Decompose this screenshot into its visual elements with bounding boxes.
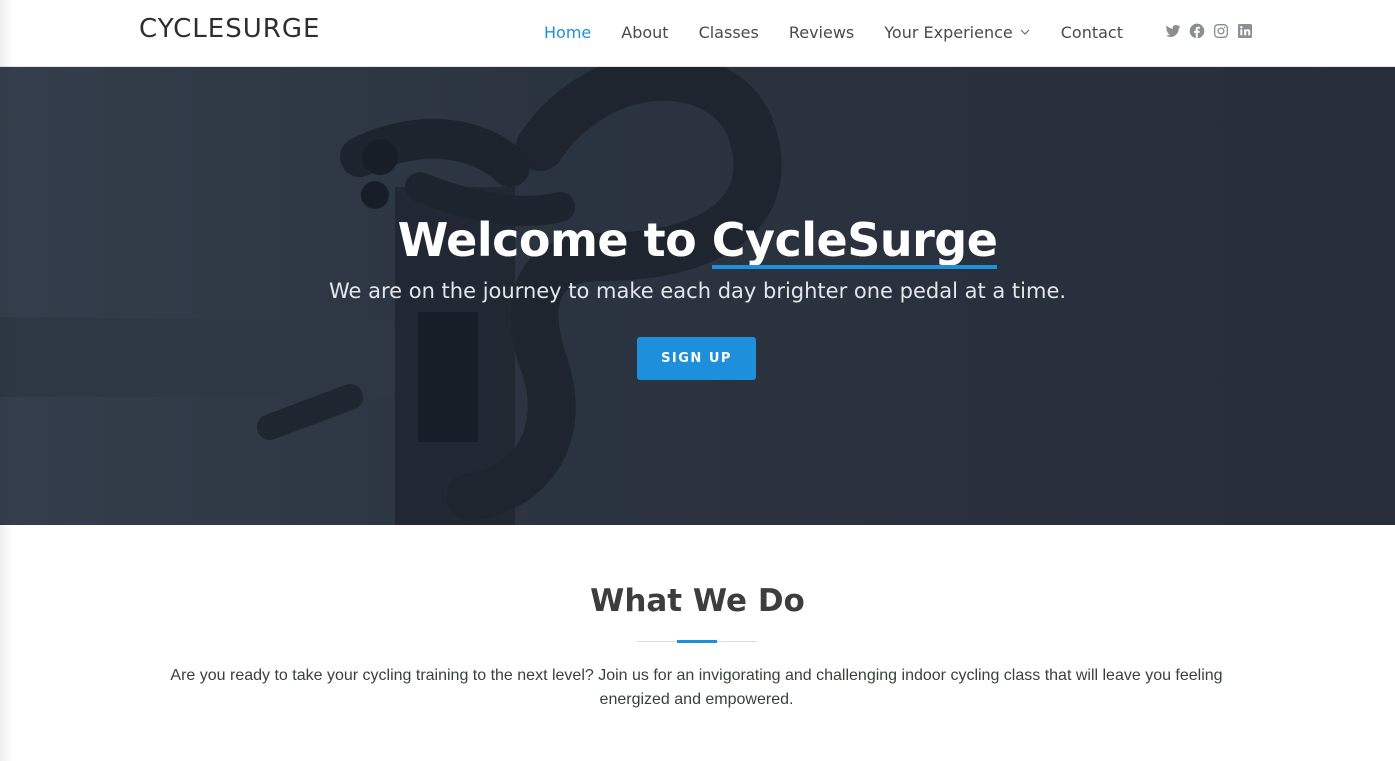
nav-contact[interactable]: Contact bbox=[1061, 23, 1123, 42]
linkedin-icon[interactable] bbox=[1237, 23, 1253, 39]
hero-subtitle: We are on the journey to make each day b… bbox=[328, 279, 1067, 303]
nav-reviews[interactable]: Reviews bbox=[789, 23, 854, 42]
nav-home[interactable]: Home bbox=[544, 23, 591, 42]
nav-classes[interactable]: Classes bbox=[699, 23, 759, 42]
hero-title: Welcome to CycleSurge bbox=[0, 213, 1395, 269]
section-divider-accent bbox=[677, 640, 717, 643]
nav-your-experience-label: Your Experience bbox=[884, 22, 1013, 42]
sign-up-button[interactable]: SIGN UP bbox=[637, 337, 756, 380]
chevron-down-icon bbox=[1020, 29, 1030, 35]
facebook-icon[interactable] bbox=[1189, 23, 1205, 39]
nav-about[interactable]: About bbox=[621, 23, 668, 42]
twitter-icon[interactable] bbox=[1165, 23, 1181, 39]
main-nav: Home About Classes Reviews Your Experien… bbox=[544, 20, 1123, 44]
nav-your-experience[interactable]: Your Experience bbox=[884, 23, 1030, 42]
social-links bbox=[1165, 23, 1253, 39]
site-header: CYCLESURGE Home About Classes Reviews Yo… bbox=[0, 0, 1395, 67]
section-title: What We Do bbox=[590, 583, 805, 619]
instagram-icon[interactable] bbox=[1213, 23, 1229, 39]
section-description: Are you ready to take your cycling train… bbox=[170, 667, 1223, 708]
site-logo[interactable]: CYCLESURGE bbox=[139, 14, 320, 44]
hero-section: Welcome to CycleSurge We are on the jour… bbox=[0, 67, 1395, 525]
hero-title-brand: CycleSurge bbox=[711, 213, 998, 269]
hero-title-prefix: Welcome to bbox=[397, 213, 712, 267]
